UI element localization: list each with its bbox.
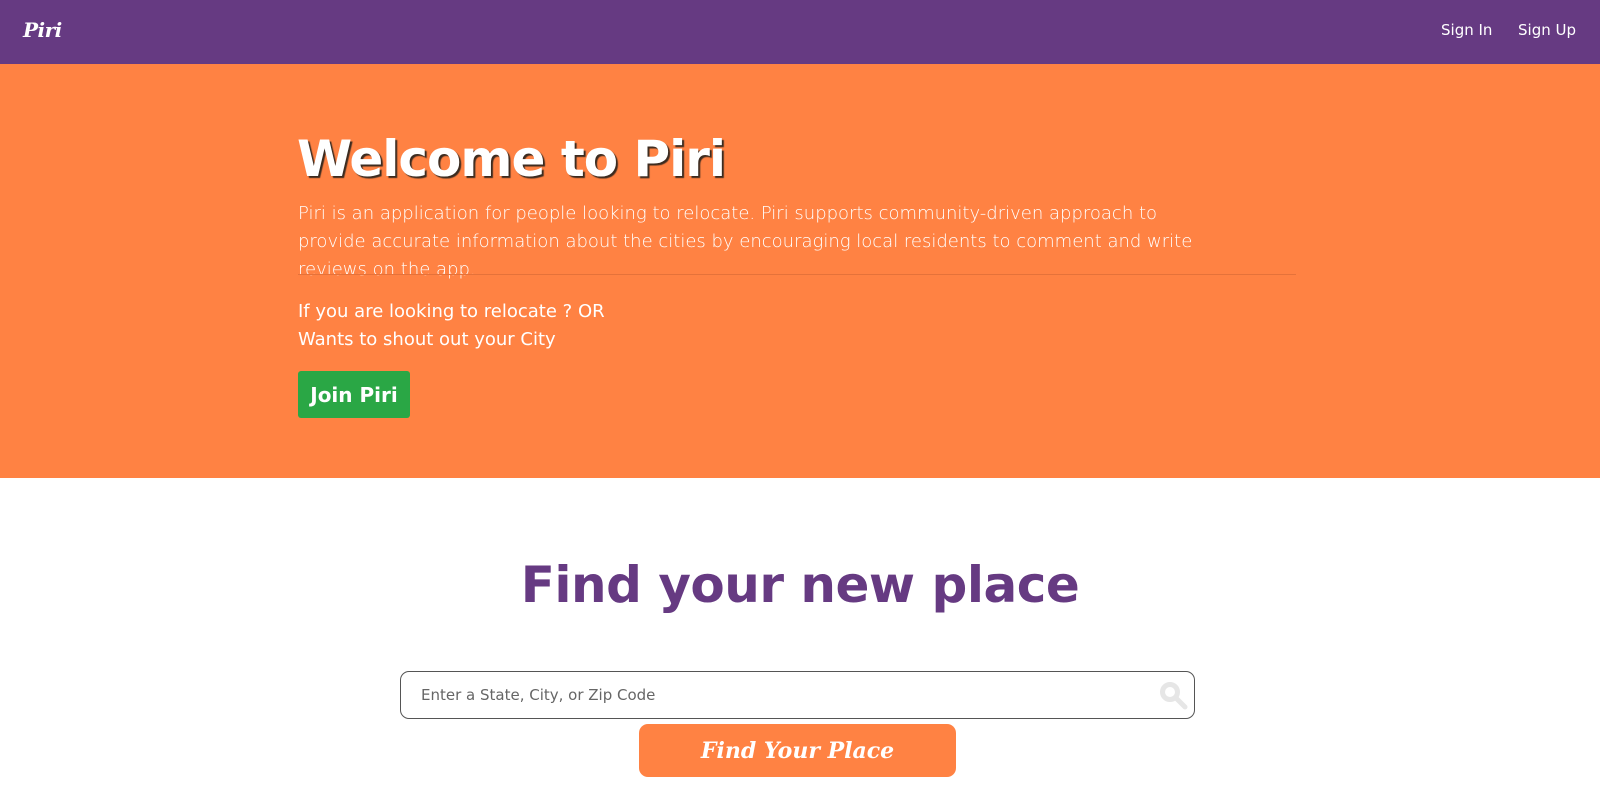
hero-prompt-line-1: If you are looking to relocate ? OR: [298, 301, 605, 322]
sign-up-link[interactable]: Sign Up: [1518, 21, 1576, 39]
brand-logo[interactable]: Piri: [23, 18, 62, 42]
find-your-place-button[interactable]: Find Your Place: [639, 724, 956, 777]
join-button[interactable]: Join Piri: [298, 371, 410, 418]
hero-section: Welcome to Piri Piri is an application f…: [0, 64, 1600, 478]
find-title: Find your new place: [520, 556, 1080, 614]
sign-in-link[interactable]: Sign In: [1441, 21, 1492, 39]
navbar: Piri Sign In Sign Up: [0, 0, 1600, 64]
search-box: [400, 671, 1195, 719]
hero-prompt-line-2: Wants to shout out your City: [298, 329, 556, 350]
search-input[interactable]: [401, 672, 1141, 718]
search-icon[interactable]: [1158, 680, 1188, 710]
hero-title: Welcome to Piri: [297, 130, 726, 188]
hero-divider: [298, 274, 1296, 275]
hero-description: Piri is an application for people lookin…: [298, 203, 1193, 280]
